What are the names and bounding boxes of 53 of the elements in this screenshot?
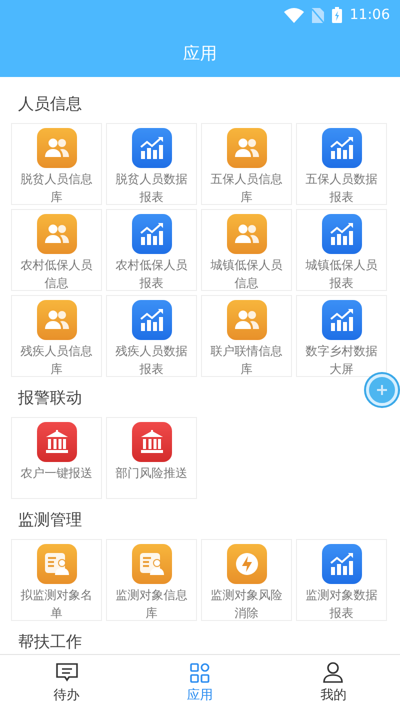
app-tile[interactable]: 监测对象风险消除 xyxy=(201,539,292,621)
section-title: 监测管理 xyxy=(17,509,83,531)
bar-chart-icon xyxy=(328,308,354,332)
app-tile[interactable]: 联户联情信息库 xyxy=(201,295,292,377)
bar-chart-icon xyxy=(328,222,354,246)
app-tile[interactable]: 农村低保人员报表 xyxy=(106,209,197,291)
app-tile[interactable]: 监测对象信息库 xyxy=(106,539,197,621)
app-tile[interactable]: 部门风险推送 xyxy=(106,417,197,499)
bar-chart-icon xyxy=(328,552,354,576)
app-tile[interactable]: 城镇低保人员信息 xyxy=(201,209,292,291)
message-icon xyxy=(56,662,78,682)
bar-chart-icon xyxy=(328,136,354,160)
app-tile[interactable]: 脱贫人员数据报表 xyxy=(106,123,197,205)
section-title: 人员信息 xyxy=(17,93,83,115)
app-tile[interactable]: 脱贫人员信息库 xyxy=(11,123,102,205)
grid-icon xyxy=(190,662,210,682)
lightning-icon xyxy=(234,552,258,576)
people-icon xyxy=(234,309,260,331)
nav-tab[interactable]: 待办 xyxy=(0,655,134,711)
app-tile[interactable]: 残疾人员信息库 xyxy=(11,295,102,377)
wifi-icon xyxy=(284,8,304,22)
status-time: 11:06 xyxy=(350,7,390,23)
profile-card-icon xyxy=(44,552,70,576)
app-tile[interactable]: 数字乡村数据大屏 xyxy=(296,295,387,377)
plus-icon xyxy=(377,385,387,395)
user-icon xyxy=(323,662,344,683)
app-tile[interactable]: 五保人员信息库 xyxy=(201,123,292,205)
app-tile[interactable]: 监测对象数据报表 xyxy=(296,539,387,621)
app-tile[interactable]: 残疾人员数据报表 xyxy=(106,295,197,377)
bar-chart-icon xyxy=(138,308,164,332)
people-icon xyxy=(44,137,70,159)
floating-add-button[interactable] xyxy=(366,374,398,406)
section-title: 帮扶工作 xyxy=(17,631,83,653)
nav-tab[interactable]: 应用 xyxy=(133,655,267,711)
app-tile[interactable]: 拟监测对象名单 xyxy=(11,539,102,621)
app-tile[interactable]: 五保人员数据报表 xyxy=(296,123,387,205)
page-title: 应用 xyxy=(182,43,218,66)
bank-icon xyxy=(44,430,68,454)
nav-tab[interactable]: 我的 xyxy=(266,655,400,711)
people-icon xyxy=(44,223,70,245)
app-tile[interactable]: 城镇低保人员报表 xyxy=(296,209,387,291)
no-sim-icon xyxy=(312,8,324,22)
battery-charging-icon xyxy=(332,7,342,23)
people-icon xyxy=(44,309,70,331)
section-title: 报警联动 xyxy=(17,387,83,409)
people-icon xyxy=(234,223,260,245)
bank-icon xyxy=(140,430,164,454)
people-icon xyxy=(234,137,260,159)
bar-chart-icon xyxy=(138,222,164,246)
bar-chart-icon xyxy=(138,136,164,160)
profile-card-icon xyxy=(138,552,164,576)
app-tile[interactable]: 农户一键报送 xyxy=(11,417,102,499)
app-tile[interactable]: 农村低保人员信息 xyxy=(11,209,102,291)
